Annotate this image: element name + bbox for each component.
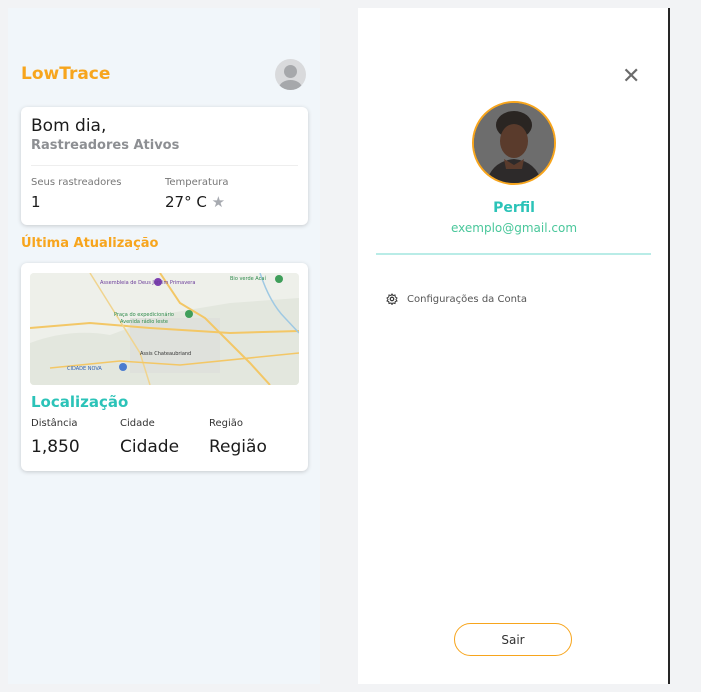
region-label: Região <box>209 418 244 429</box>
trackers-label: Seus rastreadores <box>31 177 122 188</box>
city-label: Cidade <box>120 418 155 429</box>
gear-icon <box>386 293 398 305</box>
logout-button[interactable]: Sair <box>454 623 572 656</box>
profile-divider <box>376 253 651 255</box>
map-label: Avenida rádio leste <box>120 318 168 325</box>
profile-drawer: ✕ Perfil exemplo@gmail.com Configurações… <box>358 8 670 684</box>
map-label: CIDADE NOVA <box>67 366 102 372</box>
profile-title: Perfil <box>493 200 535 216</box>
distance-label: Distância <box>31 418 78 429</box>
profile-photo-graphic <box>474 103 554 183</box>
close-icon[interactable]: ✕ <box>622 64 640 89</box>
temperature-row: 27° C ★ <box>165 193 225 211</box>
card-divider <box>31 165 298 166</box>
location-title: Localização <box>31 393 129 411</box>
trackers-value: 1 <box>31 193 41 211</box>
temperature-label: Temperatura <box>165 177 229 188</box>
map-label: Assembleia de Deus Jardim Primavera <box>100 280 195 286</box>
last-update-heading: Última Atualização <box>21 236 159 251</box>
map-label: Assis Chateaubriand <box>140 351 191 357</box>
map-label: Praça do expedicionário <box>114 311 174 318</box>
avatar-placeholder-body <box>279 80 302 90</box>
user-avatar-button[interactable] <box>275 59 306 90</box>
map-graphic: Assembleia de Deus Jardim Primavera Praç… <box>30 273 299 385</box>
star-icon[interactable]: ★ <box>212 193 225 211</box>
account-settings-label: Configurações da Conta <box>407 293 527 305</box>
account-settings-item[interactable]: Configurações da Conta <box>386 293 527 305</box>
app-logo-text: LowTrace <box>21 64 111 84</box>
greeting-card: Bom dia, Rastreadores Ativos Seus rastre… <box>21 107 308 225</box>
map-label: Bio verde Acaí <box>230 275 266 282</box>
temperature-value: 27° C <box>165 193 207 211</box>
greeting-title: Bom dia, <box>31 116 107 136</box>
location-map[interactable]: Assembleia de Deus Jardim Primavera Praç… <box>30 273 299 385</box>
region-value: Região <box>209 437 267 457</box>
avatar-placeholder-icon <box>284 65 297 78</box>
profile-photo <box>472 101 556 185</box>
city-value: Cidade <box>120 437 180 457</box>
location-card: Assembleia de Deus Jardim Primavera Praç… <box>21 263 308 471</box>
distance-value: 1,850 <box>31 437 80 457</box>
greeting-subtitle: Rastreadores Ativos <box>31 138 180 153</box>
dashboard-panel: LowTrace Bom dia, Rastreadores Ativos Se… <box>8 8 320 684</box>
profile-email: exemplo@gmail.com <box>450 221 578 235</box>
